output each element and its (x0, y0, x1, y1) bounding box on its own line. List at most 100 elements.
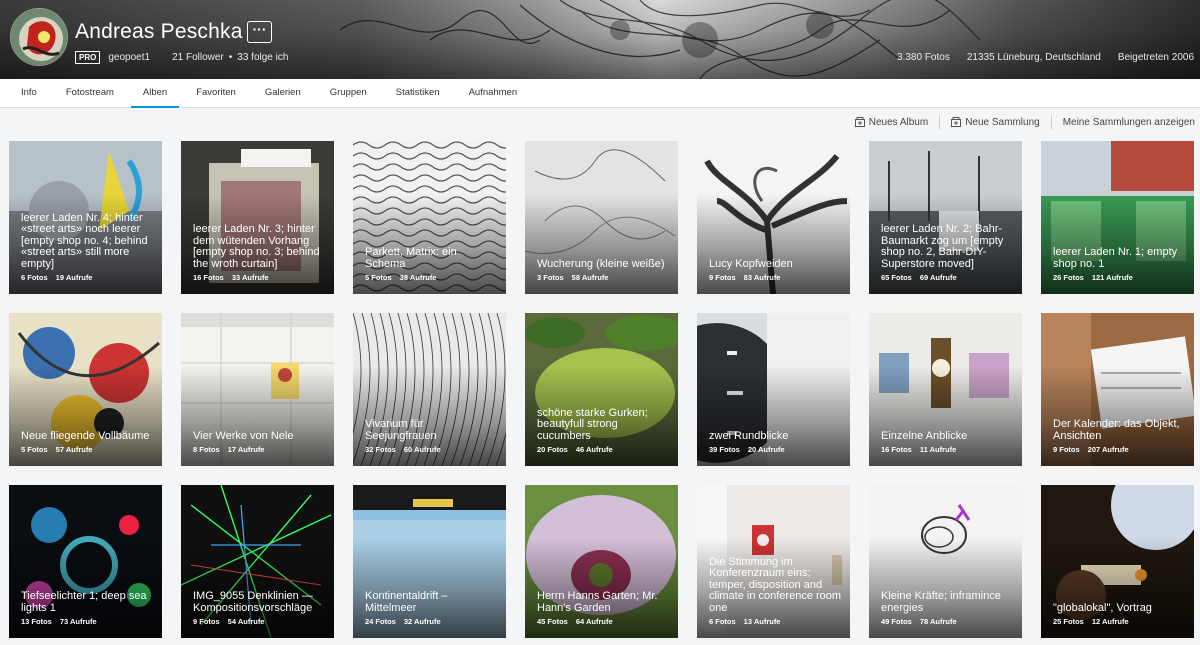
album-info: Vivarium für Seejungfrauen 32 Fotos 60 Auf… (353, 418, 506, 466)
album-photo-count: 32 Fotos (365, 445, 396, 454)
album-info: Neue fliegende Vollbäume 5 Fotos 57 Aufruf… (9, 429, 162, 467)
album-title: Vivarium für Seejungfrauen (365, 418, 437, 442)
album-view-count: 83 Aufrufe (743, 273, 781, 282)
album-meta: 5 Fotos 57 Aufrufe (21, 445, 154, 454)
album-title: IMG_9055 Denklinien — Kompositionsvorsch… (193, 590, 313, 614)
profile-username: geopoet1 (108, 52, 151, 63)
album-card[interactable]: Lucy Kopfweiden 9 Fotos 83 Aufrufe (697, 141, 850, 294)
tab-fotostream[interactable]: Fotostream (66, 79, 114, 107)
album-card[interactable]: Einzelne Anblicke 16 Fotos 11 Aufrufe (869, 313, 1022, 466)
album-card[interactable]: schöne starke Gurken; beautyfull strong … (525, 313, 678, 466)
album-photo-count: 9 Fotos (1053, 445, 1080, 454)
more-button[interactable]: ··· (247, 21, 272, 43)
album-card[interactable]: Kleine Kräfte; inframince energies 49 Fot… (869, 485, 1022, 638)
album-view-count: 33 Aufrufe (231, 273, 269, 282)
album-meta: 9 Fotos 54 Aufrufe (193, 617, 326, 626)
album-card[interactable]: "globalokal", Vortrag 25 Fotos 12 Aufrufe (1041, 485, 1194, 638)
album-view-count: 38 Aufrufe (399, 273, 437, 282)
tab-aufnahmen[interactable]: Aufnahmen (469, 79, 518, 107)
album-info: leerer Laden Nr. 3; hinter dem wütenden … (181, 223, 334, 294)
album-view-count: 121 Aufrufe (1091, 273, 1133, 282)
album-card[interactable]: leerer Laden Nr. 4; hinter «street arts»… (9, 141, 162, 294)
dot-separator: • (228, 52, 233, 63)
tab-statistiken[interactable]: Statistiken (396, 79, 440, 107)
tab-info[interactable]: Info (21, 79, 37, 107)
profile-name: Andreas Peschka (75, 20, 243, 43)
album-add-icon (854, 117, 865, 127)
album-photo-count: 45 Fotos (537, 617, 568, 626)
collection-add-icon (951, 117, 962, 127)
album-photo-count: 26 Fotos (1053, 273, 1084, 282)
album-card[interactable]: Vier Werke von Nele 8 Fotos 17 Aufrufe (181, 313, 334, 466)
album-title: leerer Laden Nr. 3; hinter dem wütenden … (193, 223, 320, 270)
tab-galerien[interactable]: Galerien (265, 79, 301, 107)
album-card[interactable]: zwei Rundblicke 39 Fotos 20 Aufrufe (697, 313, 850, 466)
album-title: Lucy Kopfweiden (709, 257, 793, 270)
followers-link[interactable]: 21 Follower (172, 52, 224, 63)
album-card[interactable]: Die Stimmung im Konferenzraum eins; temp… (697, 485, 850, 638)
album-info: Der Kalender: das Objekt, Ansichten 9 Fot… (1041, 418, 1194, 466)
album-title: schöne starke Gurken; beautyfull strong … (537, 406, 648, 442)
album-photo-count: 8 Fotos (193, 445, 220, 454)
profile-subline: PRO geopoet1 21 Follower • 33 folge ich (75, 51, 288, 64)
album-title: Die Stimmung im Konferenzraum eins; temp… (709, 555, 842, 614)
album-title: Parkett, Matrix: ein Schema (365, 246, 457, 270)
album-card[interactable]: leerer Laden Nr. 1; empty shop no. 1 26 F… (1041, 141, 1194, 294)
show-collections-link[interactable]: Meine Sammlungen anzeigen (1063, 117, 1195, 128)
album-meta: 39 Fotos 20 Aufrufe (709, 445, 842, 454)
album-view-count: 11 Aufrufe (919, 445, 957, 454)
action-divider (939, 114, 941, 130)
album-card[interactable]: Kontinentaldrift – Mittelmeer 24 Fotos 32 … (353, 485, 506, 638)
album-info: Wucherung (kleine weiße) 3 Fotos 58 Aufruf… (525, 258, 678, 295)
album-title: Kontinentaldrift – Mittelmeer (365, 590, 448, 614)
album-photo-count: 25 Fotos (1053, 617, 1084, 626)
album-view-count: 54 Aufrufe (227, 617, 265, 626)
album-meta: 45 Fotos 64 Aufrufe (537, 617, 670, 626)
tab-gruppen[interactable]: Gruppen (330, 79, 367, 107)
album-view-count: 58 Aufrufe (571, 273, 609, 282)
album-title: Kleine Kräfte; inframince energies (881, 590, 1001, 614)
avatar[interactable] (10, 8, 68, 66)
album-title: Vier Werke von Nele (193, 429, 294, 442)
following-link[interactable]: 33 folge ich (237, 52, 288, 63)
album-meta: 9 Fotos 207 Aufrufe (1053, 445, 1186, 454)
album-card[interactable]: Tiefseelichter 1; deep sea lights 1 13 Fo… (9, 485, 162, 638)
album-view-count: 20 Aufrufe (747, 445, 785, 454)
album-info: leerer Laden Nr. 1; empty shop no. 1 26 F… (1041, 246, 1194, 294)
album-meta: 6 Fotos 13 Aufrufe (709, 617, 842, 626)
album-title: Neue fliegende Vollbäume (21, 429, 150, 442)
album-view-count: 32 Aufrufe (403, 617, 441, 626)
album-card[interactable]: leerer Laden Nr. 2; Bahr-Baumarkt zog um… (869, 141, 1022, 294)
profile-location: 21335 Lüneburg, Deutschland (966, 52, 1101, 63)
album-photo-count: 5 Fotos (365, 273, 392, 282)
album-title: Der Kalender: das Objekt, Ansichten (1053, 418, 1180, 442)
album-info: Kleine Kräfte; inframince energies 49 Fot… (869, 590, 1022, 638)
photo-count: 3.380 Fotos (897, 52, 950, 63)
album-info: IMG_9055 Denklinien — Kompositionsvorsch… (181, 590, 334, 638)
album-meta: 24 Fotos 32 Aufrufe (365, 617, 498, 626)
album-meta: 5 Fotos 38 Aufrufe (365, 273, 498, 282)
album-photo-count: 3 Fotos (537, 273, 564, 282)
album-card[interactable]: IMG_9055 Denklinien — Kompositionsvorsch… (181, 485, 334, 638)
album-title: Einzelne Anblicke (881, 429, 968, 442)
album-card[interactable]: Der Kalender: das Objekt, Ansichten 9 Fot… (1041, 313, 1194, 466)
tab-alben[interactable]: Alben (130, 79, 180, 108)
profile-stats: 3.380 Fotos 21335 Lüneburg, Deutschland … (880, 52, 1194, 63)
new-album-button[interactable]: Neues Album (854, 117, 928, 128)
album-meta: 16 Fotos 33 Aufrufe (193, 273, 326, 282)
album-photo-count: 16 Fotos (881, 445, 912, 454)
tab-favoriten[interactable]: Favoriten (196, 79, 236, 107)
album-photo-count: 65 Fotos (881, 273, 912, 282)
album-card[interactable]: Parkett, Matrix: ein Schema 5 Fotos 38 Auf… (353, 141, 506, 294)
album-card[interactable]: Neue fliegende Vollbäume 5 Fotos 57 Aufruf… (9, 313, 162, 466)
album-view-count: 12 Aufrufe (1091, 617, 1129, 626)
new-collection-button[interactable]: Neue Sammlung (951, 117, 1040, 128)
album-title: leerer Laden Nr. 4; hinter «street arts»… (21, 211, 148, 270)
album-actions: Neues Album Neue Sammlung Meine Sammlung… (854, 113, 1195, 131)
album-card[interactable]: leerer Laden Nr. 3; hinter dem wütenden … (181, 141, 334, 294)
album-card[interactable]: Herrn Hanns Garten; Mr. Hann's Garden 45 … (525, 485, 678, 638)
album-info: Herrn Hanns Garten; Mr. Hann's Garden 45 … (525, 590, 678, 638)
album-card[interactable]: Wucherung (kleine weiße) 3 Fotos 58 Aufruf… (525, 141, 678, 294)
avatar-image (11, 9, 67, 65)
album-card[interactable]: Vivarium für Seejungfrauen 32 Fotos 60 Auf… (353, 313, 506, 466)
